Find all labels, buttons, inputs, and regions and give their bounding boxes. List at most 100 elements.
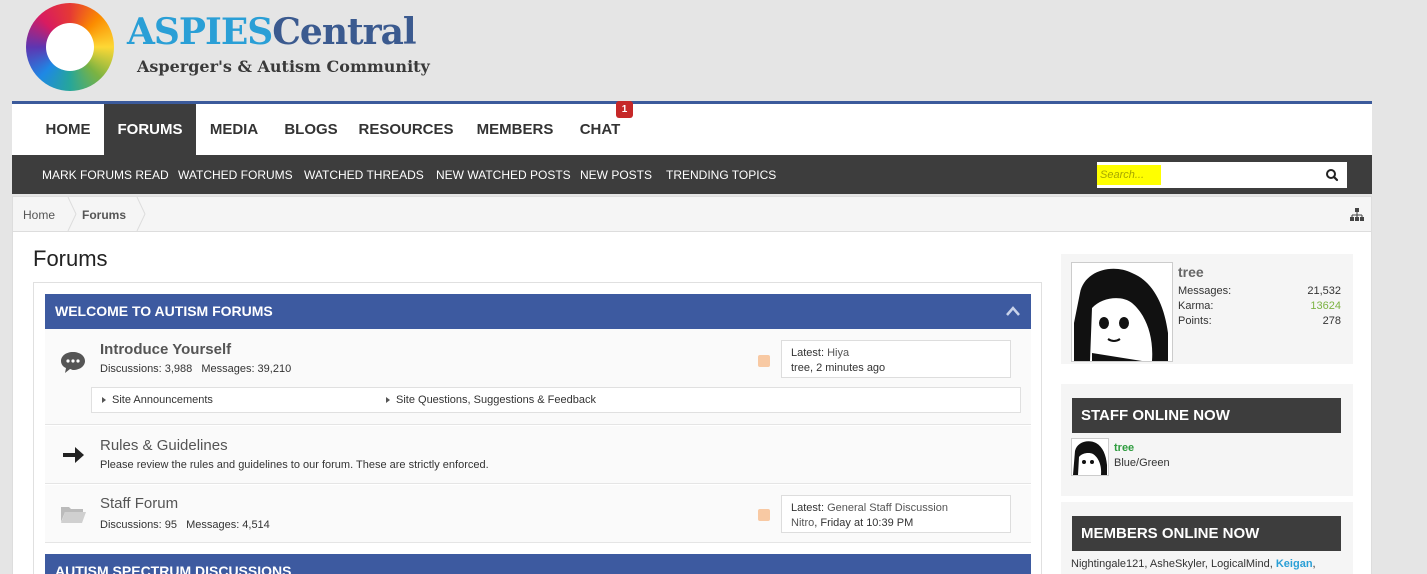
subforum-site-questions[interactable]: Site Questions, Suggestions & Feedback: [386, 388, 596, 412]
breadcrumb-separator-icon: [67, 197, 77, 231]
tab-resources[interactable]: RESOURCES: [356, 104, 456, 155]
forum-title[interactable]: Rules & Guidelines: [100, 437, 228, 454]
members-online-list: Nightingale121, AsheSkyler, LogicalMind,…: [1071, 558, 1316, 570]
staff-member-name[interactable]: tree: [1114, 442, 1134, 454]
category-title: AUTISM SPECTRUM DISCUSSIONS: [55, 563, 292, 574]
anime-avatar-icon: [1072, 263, 1172, 361]
messages-value: 39,210: [257, 363, 292, 375]
member-name-highlight[interactable]: Keigan: [1276, 558, 1313, 570]
discussions-stat: Discussions: 95: [100, 519, 177, 531]
avatar[interactable]: [1071, 438, 1109, 476]
search-button[interactable]: [1317, 162, 1347, 188]
visitor-karma: Karma: 13624: [1178, 300, 1341, 312]
subforum-site-announcements[interactable]: Site Announcements: [102, 388, 213, 412]
breadcrumb: Home Forums: [12, 196, 1372, 232]
forum-stats: Discussions: 3,988 Messages: 39,210: [100, 363, 297, 375]
category-title: WELCOME TO AUTISM FORUMS: [55, 303, 273, 319]
breadcrumb-forums[interactable]: Forums: [82, 197, 126, 233]
logo-title: ASPIESCentral: [127, 11, 417, 53]
forum-list: WELCOME TO AUTISM FORUMS Introduce Yours…: [33, 282, 1042, 574]
search-box: [1097, 162, 1347, 188]
latest-label: Latest:: [791, 347, 825, 359]
member-names[interactable]: Nightingale121, AsheSkyler, LogicalMind,: [1071, 558, 1276, 570]
messages-value: 4,514: [242, 519, 270, 531]
stat-label: Messages:: [1178, 285, 1232, 297]
link-mark-forums-read[interactable]: MARK FORUMS READ: [42, 155, 169, 195]
rss-icon[interactable]: [758, 355, 770, 367]
page-title: Forums: [33, 246, 108, 271]
visitor-messages: Messages: 21,532: [1178, 285, 1341, 297]
discussions-label: Discussions:: [100, 363, 162, 375]
folder-icon: [61, 507, 86, 523]
messages-label: Messages:: [186, 519, 240, 531]
stat-value[interactable]: 21,532: [1307, 285, 1341, 297]
category-header-autism-spectrum[interactable]: AUTISM SPECTRUM DISCUSSIONS: [45, 554, 1031, 574]
messages-label: Messages:: [201, 363, 255, 375]
latest-user-link[interactable]: Nitro: [791, 517, 814, 529]
category-header-welcome[interactable]: WELCOME TO AUTISM FORUMS: [45, 294, 1031, 329]
tab-forums[interactable]: FORUMS: [104, 104, 196, 155]
rss-icon[interactable]: [758, 509, 770, 521]
stat-value[interactable]: 278: [1323, 315, 1341, 327]
link-new-watched-posts[interactable]: NEW WATCHED POSTS: [436, 155, 571, 195]
discussions-value: 3,988: [164, 363, 193, 375]
arrow-right-icon: [63, 447, 84, 463]
discussions-label: Discussions:: [100, 519, 162, 531]
staff-online-block: STAFF ONLINE NOW tree Blue/Green: [1061, 384, 1353, 496]
member-names-tail: ,: [1312, 558, 1316, 570]
logo-title-part2: Central: [272, 11, 416, 53]
forum-title[interactable]: Introduce Yourself: [100, 341, 231, 358]
latest-thread-link[interactable]: General Staff Discussion: [827, 502, 948, 514]
search-input[interactable]: [1097, 162, 1317, 188]
members-online-block: MEMBERS ONLINE NOW Nightingale121, AsheS…: [1061, 502, 1353, 574]
forum-node-rules: Rules & Guidelines Please review the rul…: [45, 426, 1031, 484]
latest-label: Latest:: [791, 502, 825, 514]
latest-line: Latest: Hiya: [791, 346, 1001, 361]
visitor-username[interactable]: tree: [1178, 264, 1204, 280]
subforum-list: Site Announcements Site Questions, Sugge…: [91, 387, 1021, 413]
visitor-panel: tree Messages: 21,532 Karma: 13624 Points:…: [1061, 254, 1353, 364]
link-new-posts[interactable]: NEW POSTS: [580, 155, 652, 195]
forum-node-staff: Staff Forum Discussions: 95 Messages: 4,51…: [45, 485, 1031, 543]
latest-user-time: Nitro, Friday at 10:39 PM: [791, 516, 1001, 531]
subforum-label: Site Questions, Suggestions & Feedback: [396, 394, 596, 406]
link-watched-forums[interactable]: WATCHED FORUMS: [178, 155, 293, 195]
link-trending-topics[interactable]: TRENDING TOPICS: [666, 155, 776, 195]
tab-home[interactable]: HOME: [34, 104, 102, 155]
latest-user-time[interactable]: tree, 2 minutes ago: [791, 361, 1001, 376]
logo-title-part1: ASPIES: [127, 11, 273, 53]
site-logo[interactable]: ASPIESCentral Asperger's & Autism Commun…: [26, 3, 430, 93]
forum-stats: Discussions: 95 Messages: 4,514: [100, 519, 276, 531]
breadcrumb-home[interactable]: Home: [23, 197, 55, 233]
tab-media[interactable]: MEDIA: [198, 104, 270, 155]
tab-blogs[interactable]: BLOGS: [276, 104, 346, 155]
triangle-right-icon: [386, 397, 390, 404]
avatar[interactable]: [1071, 262, 1173, 362]
latest-thread-link[interactable]: Hiya: [827, 347, 849, 359]
search-icon: [1326, 169, 1339, 182]
messages-stat: Messages: 4,514: [186, 519, 270, 531]
speech-bubble-icon: [61, 352, 85, 373]
subforum-label: Site Announcements: [112, 394, 213, 406]
logo-subtitle: Asperger's & Autism Community: [137, 57, 430, 76]
staff-member-title: Blue/Green: [1114, 457, 1170, 469]
staff-online-heading: STAFF ONLINE NOW: [1072, 398, 1341, 433]
messages-stat: Messages: 39,210: [201, 363, 291, 375]
sitemap-icon[interactable]: [1349, 207, 1365, 223]
discussions-stat: Discussions: 3,988: [100, 363, 192, 375]
members-online-heading: MEMBERS ONLINE NOW: [1072, 516, 1341, 551]
breadcrumb-separator-icon: [136, 197, 146, 231]
anime-avatar-icon: [1072, 439, 1108, 475]
tab-members[interactable]: MEMBERS: [469, 104, 561, 155]
chat-notification-badge[interactable]: 1: [616, 101, 633, 118]
forum-node-introduce-yourself: Introduce Yourself Discussions: 3,988 Mes…: [45, 329, 1031, 425]
link-watched-threads[interactable]: WATCHED THREADS: [304, 155, 424, 195]
collapse-chevron-icon[interactable]: [1005, 305, 1021, 317]
visitor-points: Points: 278: [1178, 315, 1341, 327]
latest-post-box: Latest: General Staff Discussion Nitro, …: [781, 495, 1011, 533]
latest-post-box: Latest: Hiya tree, 2 minutes ago: [781, 340, 1011, 378]
sub-nav: MARK FORUMS READ WATCHED FORUMS WATCHED …: [12, 155, 1372, 194]
logo-ring-icon: [26, 3, 114, 91]
forum-title[interactable]: Staff Forum: [100, 495, 178, 512]
stat-value[interactable]: 13624: [1310, 300, 1341, 312]
